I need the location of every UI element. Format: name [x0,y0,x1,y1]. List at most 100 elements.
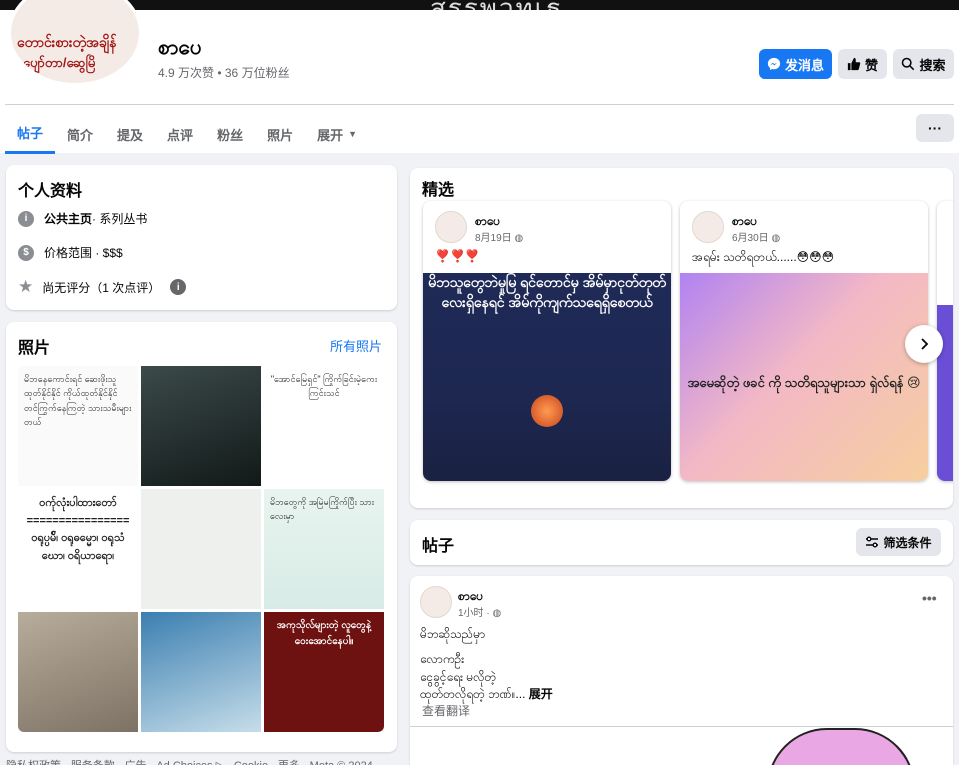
post-date[interactable]: 8月19日 ◍ [475,229,523,244]
search-icon [902,57,915,71]
like-button-label: 赞 [864,57,878,73]
globe-icon: ◍ [771,233,781,244]
public-page-value[interactable]: · 系列丛书 [92,210,147,227]
featured-card: 精选 စာပေ 8月19日 ◍ ❣️❣️❣️ မိဘသူတွေဘဲမှုမြ ရ… [410,168,953,508]
featured-post[interactable]: စာပေ 6月30日 ◍ အရမ်း သတိရတယ်......😳😳😳 အမေဆ… [680,201,928,481]
tab-label: 简介 [67,127,94,143]
post-spacer [420,643,553,651]
photo-thumbnail[interactable]: မိဘနေကောင်းရင် ဆေးဖိုးသူထုတ်နိုင်နိုင် က… [18,366,138,486]
star-icon: ★ [18,277,34,296]
thumbs-up-icon [847,57,861,71]
photo-thumbnail[interactable]: အကုသိုလ်များတဲ့ လူတွေနဲ့ ဝေးအောင်နေပါ။ [264,612,384,732]
post-image [937,305,953,481]
post-card: စာပေ 1小时 · ◍ ••• မိဘဆိုသည်မှာ လောကဦး ငွေ… [410,576,953,765]
post-avatar[interactable] [435,211,467,243]
post-date[interactable]: 6月30日 ◍ [732,229,780,244]
post-image-text: မိဘသူတွေဘဲမှုမြ ရင်တောင်မှ အိမ်မှာငုတ်တု… [428,274,666,310]
expand-link[interactable]: 展开 [529,687,553,701]
photo-thumbnail[interactable] [18,612,138,732]
tab-label: 粉丝 [217,127,244,143]
info-icon: i [18,210,34,227]
see-all-photos-link[interactable]: 所有照片 [330,336,382,355]
footer-links[interactable]: 隐私权政策 · 服务条款 · 广告 · Ad Choices ▷ · Cooki… [6,757,373,765]
cover-photo: สรรพวทเธ [0,0,959,24]
photo-caption: မိဘတွေကို အမြဲမကြိုက်ပြီး သားလေးမှာ [270,497,375,522]
search-button[interactable]: 搜索 [893,49,954,79]
price-range-text: 价格范围 · $$$ [44,246,123,260]
featured-post[interactable]: စာပေ 8月19日 ◍ ❣️❣️❣️ မိဘသူတွေဘဲမှုမြ ရင်တ… [423,201,671,481]
intro-price-range: $ 价格范围 · $$$ [18,244,123,261]
messenger-icon [767,57,781,71]
tab-about[interactable]: 简介 [55,114,105,154]
tab-more[interactable]: 展开 ▼ [305,114,369,154]
post-date-text: 8月19日 [475,233,512,244]
tab-label: 点评 [167,127,194,143]
tab-followers[interactable]: 粉丝 [205,114,255,154]
message-button[interactable]: 发消息 [759,49,832,79]
post-time-text: 1小时 · [458,608,490,619]
post-image[interactable]: မိဘသူတွေဘဲမှုမြ ရင်တောင်မှ အိမ်မှာငုတ်တု… [423,273,671,481]
avatar[interactable]: တောင်းစားတဲ့အချိန် ပျော်တာ/ဆွေမြိ [8,0,142,86]
dollar-icon: $ [18,244,34,261]
photo-thumbnail[interactable] [141,366,261,486]
photo-caption: အကုသိုလ်များတဲ့ လူတွေနဲ့ ဝေးအောင်နေပါ။ [276,620,372,647]
tab-label: 帖子 [17,126,44,141]
tab-reviews[interactable]: 点评 [155,114,205,154]
post-avatar[interactable] [692,211,724,243]
globe-icon: ◍ [514,233,524,244]
chevron-right-icon [921,338,929,350]
tab-label: 展开 [317,127,344,143]
tab-mentions[interactable]: 提及 [105,114,155,154]
photo-thumbnail[interactable]: "အောင်မြေရှင်" ကြိုက်ခြင်းမဲ့ကေးကြင်းသင် [264,366,384,486]
post-text: အရမ်း သတိရတယ်......😳😳😳 [692,250,835,264]
info-icon[interactable]: i [170,279,187,295]
tab-label: 提及 [117,127,144,143]
photo-thumbnail[interactable]: ဝက်ုလုံးပါထားတော် ================ ဝရုပ္… [18,489,138,609]
page-name[interactable]: စာပေ [158,34,202,65]
posts-title: 帖子 [422,538,455,555]
featured-title: 精选 [422,182,455,199]
post-image[interactable]: အမေဆိုတဲ့ ဖခင် ကို သတိရသူများသာ ရှဲလ်ရန်… [680,273,928,481]
tab-label: 照片 [267,127,294,143]
post-line: မိဘဆိုသည်မှာ [420,627,486,641]
like-button[interactable]: 赞 [838,49,887,79]
filter-button-label: 筛选条件 [883,535,932,550]
tab-photos[interactable]: 照片 [255,114,305,154]
post-line: ထုတ်တလိုရတဲ့ ဘဏ်။... 展开 [420,686,553,703]
photo-caption: ဝက်ုလုံးပါထားတော် ================ ဝရုပ္… [26,497,130,562]
more-options-button[interactable]: ··· [916,114,954,142]
post-time[interactable]: 1小时 · ◍ [458,604,501,619]
avatar-text-2: ပျော်တာ/ဆွေမြိ [23,55,96,70]
search-button-label: 搜索 [919,57,946,73]
post-line-text: ထုတ်တလိုရတဲ့ ဘဏ်။... [420,687,526,702]
post-avatar[interactable] [420,586,452,618]
see-translation-link[interactable]: 查看翻译 [422,702,470,719]
post-image[interactable] [767,728,915,765]
post-line: လောကဦး [420,652,465,667]
rating-text: 尚无评分（1 次点评） [42,280,161,295]
intro-public-page: i 公共主页 · 系列丛书 [18,210,147,227]
photo-thumbnail[interactable] [141,612,261,732]
filter-button[interactable]: 筛选条件 [856,528,941,556]
post-options-icon[interactable]: ••• [922,590,937,606]
globe-icon: ◍ [492,608,502,619]
profile-tabs: 帖子 简介 提及 点评 粉丝 照片 展开 ▼ [5,114,369,154]
photo-caption: မိဘနေကောင်းရင် ဆေးဖိုးသူထုတ်နိုင်နိုင် က… [24,374,132,428]
post-date-text: 6月30日 [732,233,769,244]
carousel-next-button[interactable] [905,325,943,363]
post-line: ငွေခွင့်ရေး မလိုတဲ့ [420,669,497,684]
post-text: ❣️❣️❣️ [435,249,480,263]
photo-thumbnail[interactable]: မိဘတွေကို အမြဲမကြိုက်ပြီး သားလေးမှာ [264,489,384,609]
posts-header-card: 帖子 筛选条件 [410,520,953,565]
page-stats[interactable]: 4.9 万次赞 • 36 万位粉丝 [158,64,290,81]
public-page-label: 公共主页 [44,212,93,226]
tab-posts[interactable]: 帖子 [5,114,56,154]
photo-thumbnail[interactable] [141,489,261,609]
photo-caption: "အောင်မြေရှင်" ကြိုက်ခြင်းမဲ့ကေးကြင်းသင် [270,374,378,399]
avatar-text: တောင်းစားတဲ့အချိန် [17,34,117,50]
profile-header: တောင်းစားတဲ့အချိန် ပျော်တာ/ဆွေမြိ စာပေ 4… [0,0,959,154]
intro-title: 个人资料 [18,183,83,200]
caret-down-icon: ▼ [348,129,358,139]
message-button-label: 发消息 [784,57,824,73]
photos-card: 照片 所有照片 မိဘနေကောင်းရင် ဆေးဖိုးသူထုတ်နိုင… [6,322,397,752]
